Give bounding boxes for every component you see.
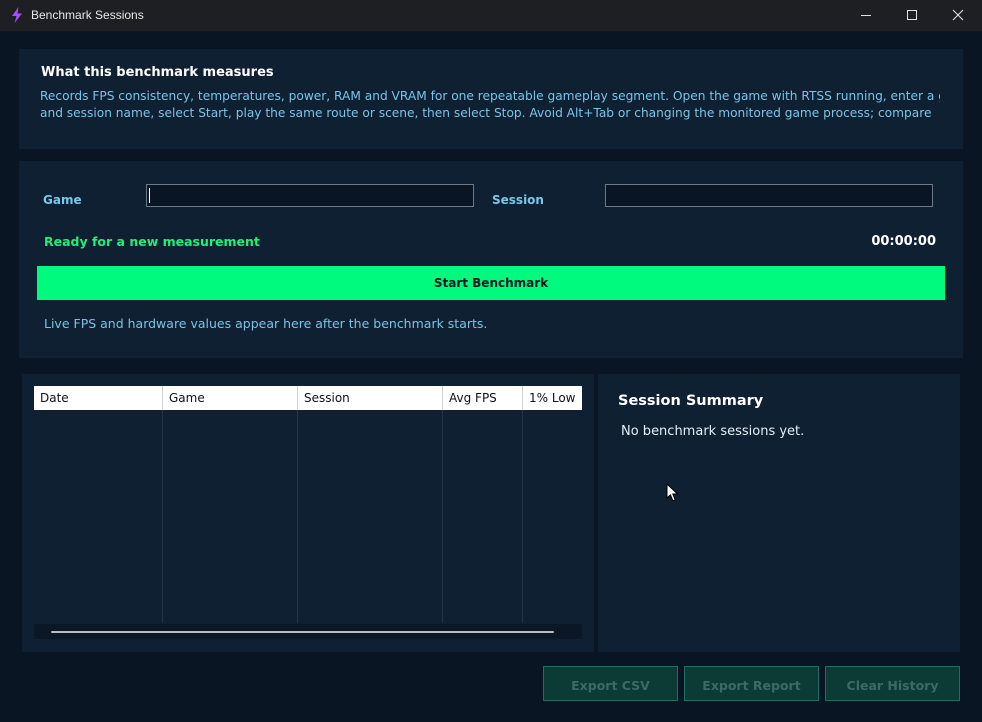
close-button[interactable] [935,0,981,31]
clear-history-button[interactable]: Clear History [825,666,960,701]
window-title: Benchmark Sessions [31,8,144,22]
mouse-pointer-icon [666,483,679,502]
column-divider [442,410,443,623]
info-line-1: Records FPS consistency, temperatures, p… [40,89,940,103]
game-label: Game [43,193,82,207]
history-table-header: Date Game Session Avg FPS 1% Low [34,386,582,410]
info-panel: What this benchmark measures Records FPS… [19,49,963,149]
game-input[interactable] [146,184,474,207]
export-report-button[interactable]: Export Report [684,666,819,701]
history-panel [22,374,594,652]
column-divider [522,410,523,623]
column-header-1pct-low[interactable]: 1% Low [523,386,582,410]
column-header-session[interactable]: Session [298,386,443,410]
maximize-icon [907,10,917,20]
column-header-game[interactable]: Game [163,386,298,410]
elapsed-timer: 00:00:00 [871,234,936,249]
maximize-button[interactable] [889,0,935,31]
text-caret [149,188,150,203]
summary-title: Session Summary [618,393,764,409]
info-line-2: and session name, select Start, play the… [40,106,932,120]
summary-panel: Session Summary No benchmark sessions ye… [598,374,960,652]
close-icon [952,9,964,21]
session-label: Session [492,193,544,207]
info-description: Records FPS consistency, temperatures, p… [40,88,940,122]
info-heading: What this benchmark measures [41,65,274,80]
session-input[interactable] [605,184,933,207]
column-header-date[interactable]: Date [34,386,163,410]
column-divider [297,410,298,623]
minimize-icon [861,15,871,16]
status-text: Ready for a new measurement [44,234,260,249]
column-divider [162,410,163,623]
column-header-avg-fps[interactable]: Avg FPS [443,386,523,410]
export-csv-button[interactable]: Export CSV [543,666,678,701]
scrollbar-thumb[interactable] [51,631,554,633]
start-benchmark-button[interactable]: Start Benchmark [37,266,945,300]
horizontal-scrollbar[interactable] [34,624,582,639]
minimize-button[interactable] [843,0,889,31]
title-bar[interactable]: Benchmark Sessions [0,0,982,31]
lightning-bolt-icon [12,7,22,23]
summary-empty-text: No benchmark sessions yet. [621,424,805,439]
live-values-hint: Live FPS and hardware values appear here… [44,316,488,331]
